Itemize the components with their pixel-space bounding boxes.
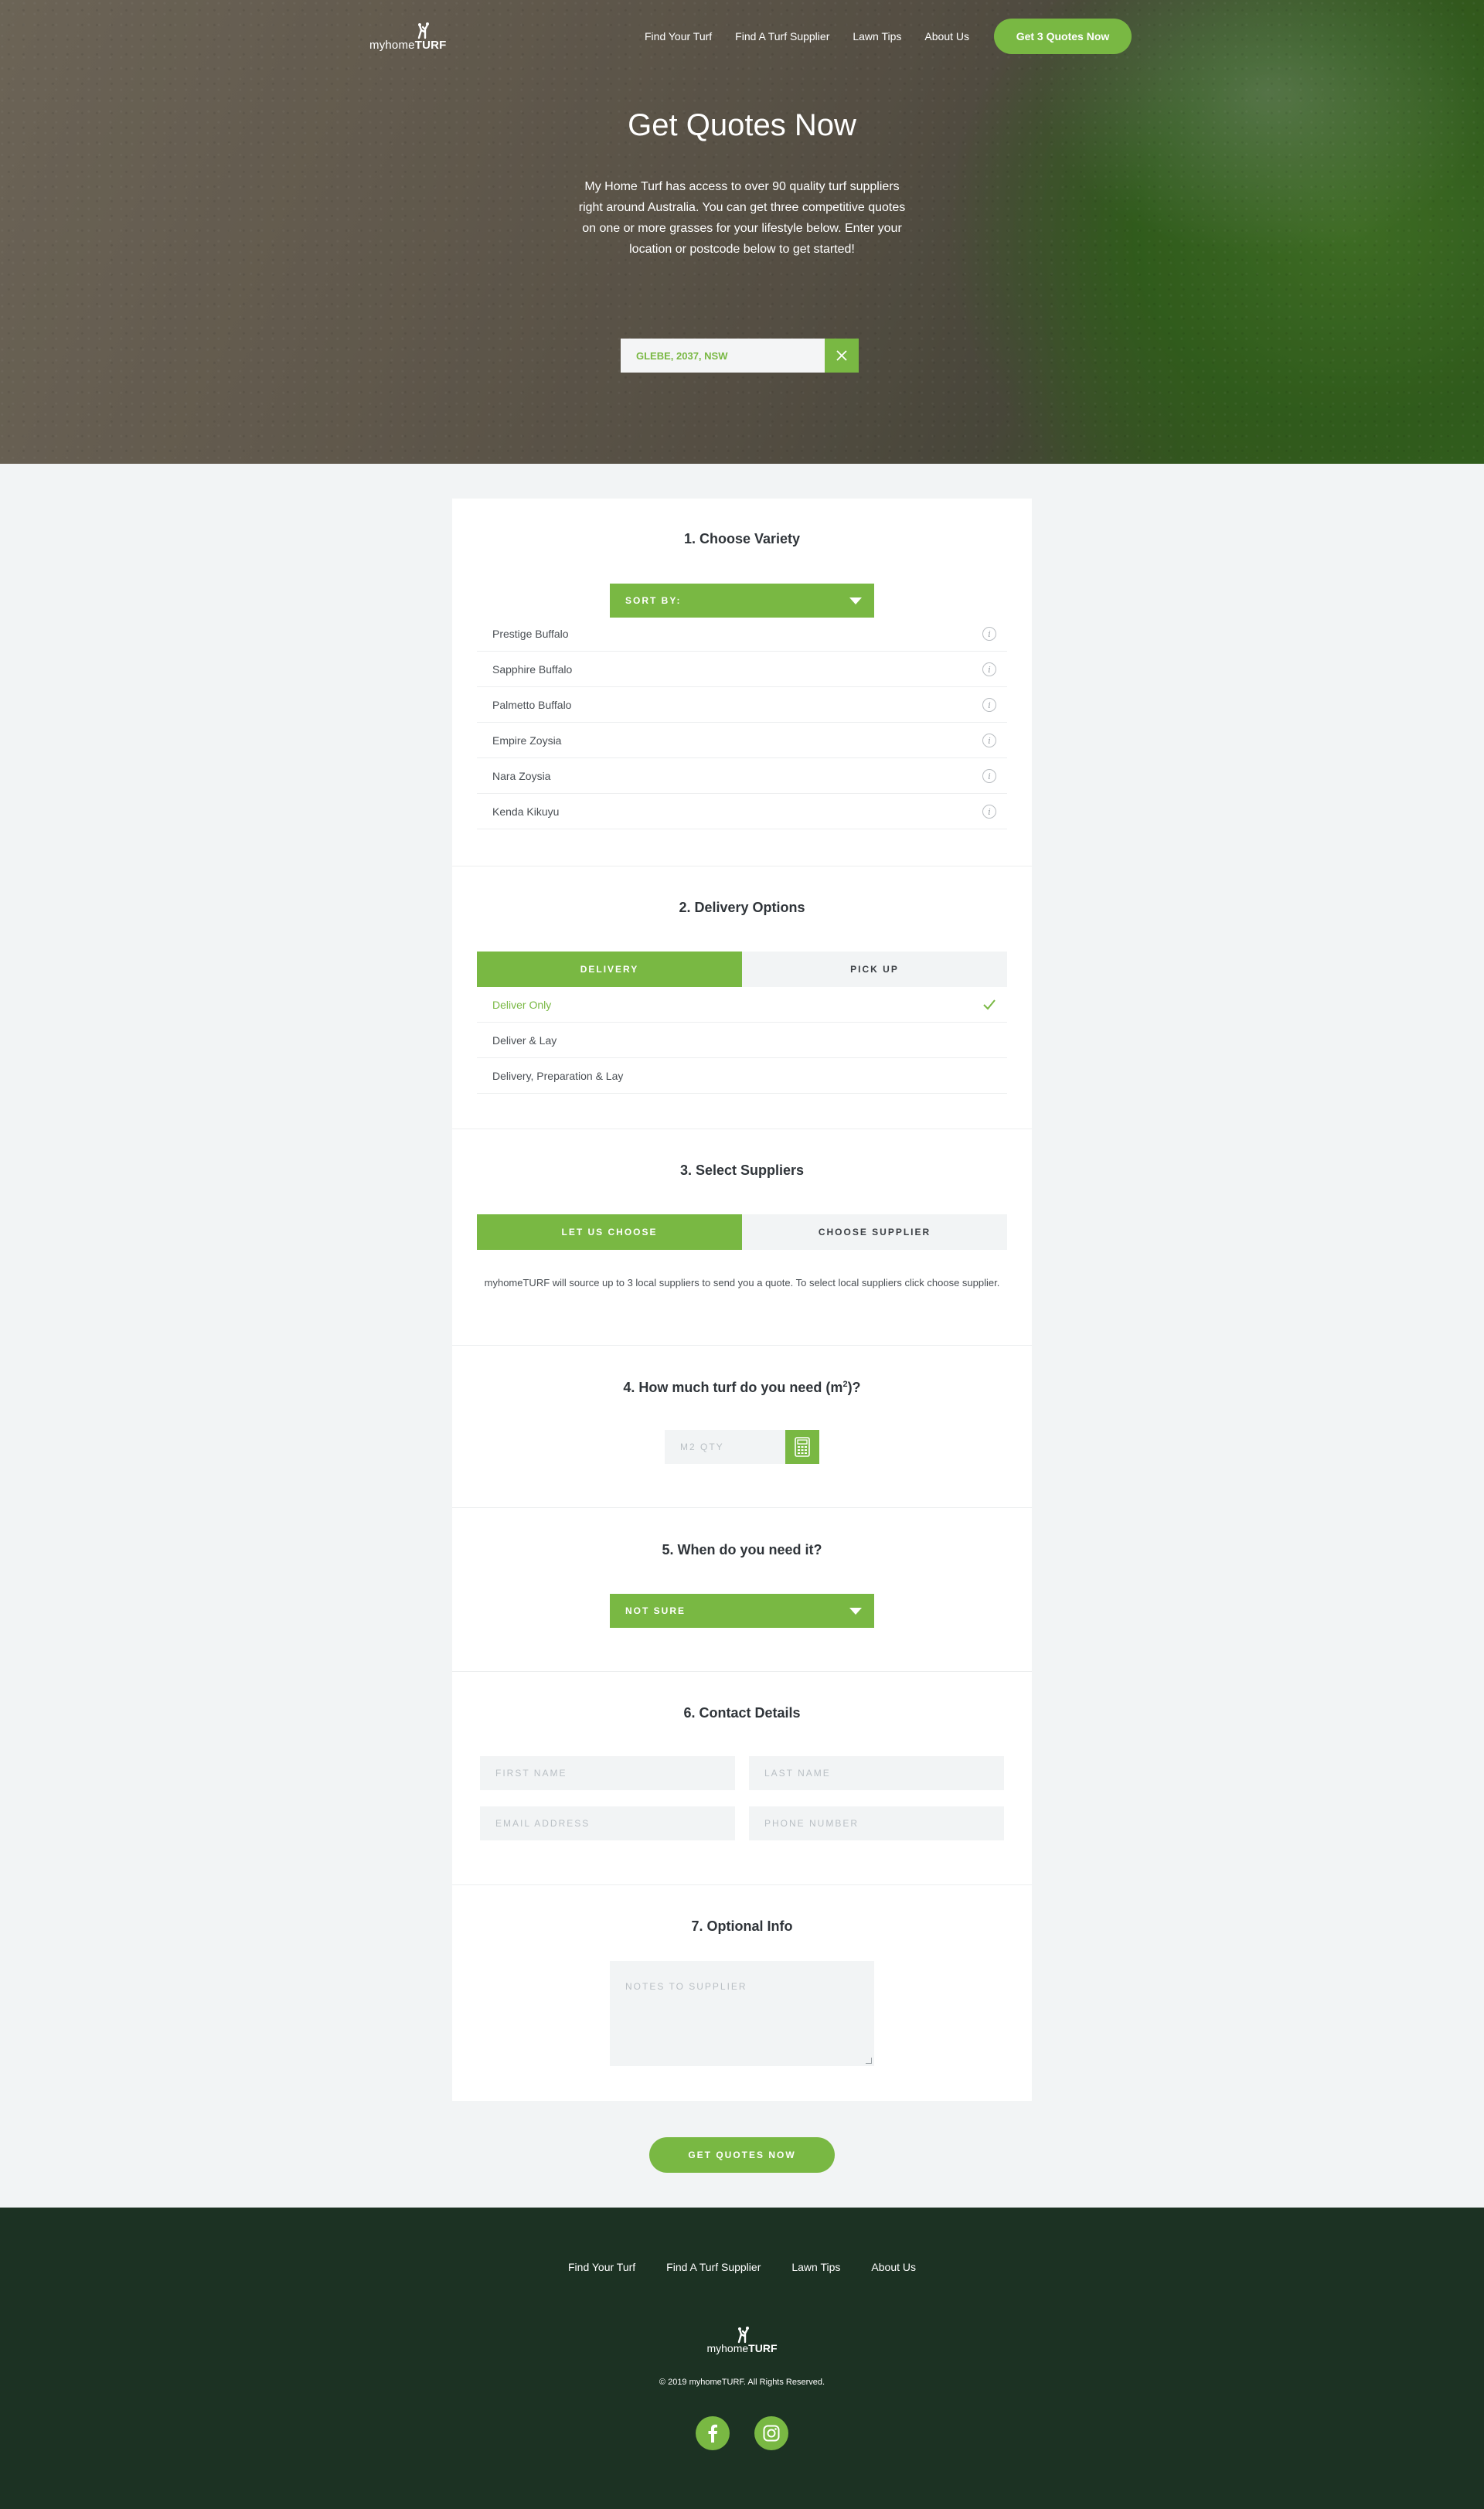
step5-title: 5. When do you need it?: [662, 1542, 822, 1557]
page-title: Get Quotes Now: [628, 108, 856, 142]
email-field[interactable]: EMAIL ADDRESS: [480, 1806, 735, 1840]
step1-title: 1. Choose Variety: [683, 531, 801, 546]
chevron-down-icon: [849, 1608, 862, 1615]
tab-pick-up[interactable]: PICK UP: [742, 952, 1007, 987]
supplier-tabs: LET US CHOOSE CHOOSE SUPPLIER: [477, 1214, 1007, 1250]
checkmark-icon: [983, 999, 996, 1010]
quantity-field: M2 QTY: [665, 1430, 819, 1464]
social-links: [0, 2416, 1484, 2450]
option-label: Deliver Only: [492, 998, 552, 1011]
delivery-options: Deliver Only Deliver & Lay Delivery, Pre…: [477, 987, 1007, 1094]
step7-title: 7. Optional Info: [691, 1918, 793, 1934]
hero-banner: myhomeTURF Find Your Turf Find A Turf Su…: [0, 0, 1484, 464]
nav-lawn-tips[interactable]: Lawn Tips: [853, 30, 901, 43]
hero-description: My Home Turf has access to over 90 quali…: [578, 180, 906, 256]
variety-item-prestige-buffalo[interactable]: Prestige Buffalo i: [477, 616, 1007, 652]
calculator-icon: [795, 1437, 810, 1457]
last-name-field[interactable]: LAST NAME: [749, 1756, 1004, 1790]
top-nav: myhomeTURF Find Your Turf Find A Turf Su…: [369, 19, 1132, 54]
section-divider: [452, 1884, 1032, 1885]
nav-find-supplier[interactable]: Find A Turf Supplier: [735, 30, 829, 43]
notes-placeholder: NOTES TO SUPPLIER: [625, 1981, 747, 1992]
logo-prefix: myhome: [706, 2342, 749, 2354]
m2-qty-input[interactable]: M2 QTY: [665, 1430, 785, 1464]
first-name-field[interactable]: FIRST NAME: [480, 1756, 735, 1790]
info-icon[interactable]: i: [982, 698, 996, 712]
tab-delivery[interactable]: DELIVERY: [477, 952, 742, 987]
info-icon[interactable]: i: [982, 805, 996, 819]
variety-label: Prestige Buffalo: [492, 627, 569, 640]
section-divider: [452, 1507, 1032, 1508]
location-input[interactable]: GLEBE, 2037, NSW: [621, 339, 825, 373]
variety-item-nara-zoysia[interactable]: Nara Zoysia i: [477, 758, 1007, 794]
logo-figure-icon: [417, 22, 429, 39]
step4-title: 4. How much turf do you need (m2)?: [623, 1380, 861, 1395]
option-deliver-and-lay[interactable]: Deliver & Lay: [477, 1023, 1007, 1058]
site-logo[interactable]: myhomeTURF: [369, 21, 447, 52]
instagram-icon: [763, 2425, 780, 2442]
step6-title: 6. Contact Details: [683, 1705, 801, 1721]
variety-label: Kenda Kikuyu: [492, 805, 560, 818]
variety-label: Nara Zoysia: [492, 769, 551, 782]
logo-prefix: myhome: [369, 39, 415, 52]
instagram-button[interactable]: [754, 2416, 788, 2450]
chevron-down-icon: [849, 597, 862, 604]
footer-link-about-us[interactable]: About Us: [871, 2261, 916, 2273]
timing-selected: NOT SURE: [625, 1605, 686, 1616]
facebook-button[interactable]: [696, 2416, 730, 2450]
logo-figure-icon: [738, 2327, 750, 2344]
footer-logo[interactable]: myhomeTURF: [0, 2327, 1484, 2354]
close-icon: [836, 350, 847, 361]
nav-find-your-turf[interactable]: Find Your Turf: [645, 30, 712, 43]
section-divider: [452, 1671, 1032, 1672]
timing-dropdown[interactable]: NOT SURE: [610, 1594, 874, 1628]
facebook-icon: [708, 2424, 717, 2443]
location-search: GLEBE, 2037, NSW: [621, 339, 859, 373]
info-icon[interactable]: i: [982, 627, 996, 641]
footer-nav: Find Your Turf Find A Turf Supplier Lawn…: [0, 2261, 1484, 2273]
notes-textarea[interactable]: NOTES TO SUPPLIER: [610, 1961, 874, 2066]
step2-title: 2. Delivery Options: [679, 900, 805, 915]
supplier-note: myhomeTURF will source up to 3 local sup…: [484, 1277, 1000, 1289]
option-label: Delivery, Preparation & Lay: [492, 1069, 624, 1082]
quote-form-card: 1. Choose Variety SORT BY: Prestige Buff…: [452, 499, 1032, 2101]
tab-let-us-choose[interactable]: LET US CHOOSE: [477, 1214, 742, 1250]
option-delivery-preparation-lay[interactable]: Delivery, Preparation & Lay: [477, 1058, 1007, 1094]
variety-item-palmetto-buffalo[interactable]: Palmetto Buffalo i: [477, 687, 1007, 723]
variety-label: Palmetto Buffalo: [492, 698, 572, 711]
clear-location-button[interactable]: [825, 339, 859, 373]
info-icon[interactable]: i: [982, 734, 996, 747]
info-icon[interactable]: i: [982, 662, 996, 676]
variety-item-sapphire-buffalo[interactable]: Sapphire Buffalo i: [477, 652, 1007, 687]
footer-link-find-your-turf[interactable]: Find Your Turf: [568, 2261, 635, 2273]
logo-suffix: TURF: [414, 39, 447, 52]
info-icon[interactable]: i: [982, 769, 996, 783]
nav-about-us[interactable]: About Us: [924, 30, 969, 43]
option-deliver-only[interactable]: Deliver Only: [477, 987, 1007, 1023]
get-quotes-submit-button[interactable]: GET QUOTES NOW: [649, 2137, 835, 2173]
copyright-text: © 2019 myhomeTURF. All Rights Reserved.: [659, 2378, 825, 2387]
resize-handle-icon[interactable]: [866, 2058, 872, 2064]
variety-item-empire-zoysia[interactable]: Empire Zoysia i: [477, 723, 1007, 758]
footer-link-lawn-tips[interactable]: Lawn Tips: [791, 2261, 840, 2273]
variety-list: Prestige Buffalo i Sapphire Buffalo i Pa…: [477, 616, 1007, 829]
sort-by-label: SORT BY:: [625, 595, 682, 606]
variety-label: Empire Zoysia: [492, 734, 562, 747]
sort-by-dropdown[interactable]: SORT BY:: [610, 584, 874, 618]
tab-choose-supplier[interactable]: CHOOSE SUPPLIER: [742, 1214, 1007, 1250]
site-footer: Find Your Turf Find A Turf Supplier Lawn…: [0, 2208, 1484, 2509]
phone-field[interactable]: PHONE NUMBER: [749, 1806, 1004, 1840]
calculator-button[interactable]: [785, 1430, 819, 1464]
variety-label: Sapphire Buffalo: [492, 662, 573, 676]
variety-item-kenda-kikuyu[interactable]: Kenda Kikuyu i: [477, 794, 1007, 829]
option-label: Deliver & Lay: [492, 1033, 557, 1047]
get-quotes-cta-button[interactable]: Get 3 Quotes Now: [994, 19, 1132, 54]
footer-link-find-supplier[interactable]: Find A Turf Supplier: [666, 2261, 761, 2273]
step3-title: 3. Select Suppliers: [679, 1163, 805, 1178]
delivery-tabs: DELIVERY PICK UP: [477, 952, 1007, 987]
logo-suffix: TURF: [748, 2342, 778, 2354]
section-divider: [452, 1345, 1032, 1346]
